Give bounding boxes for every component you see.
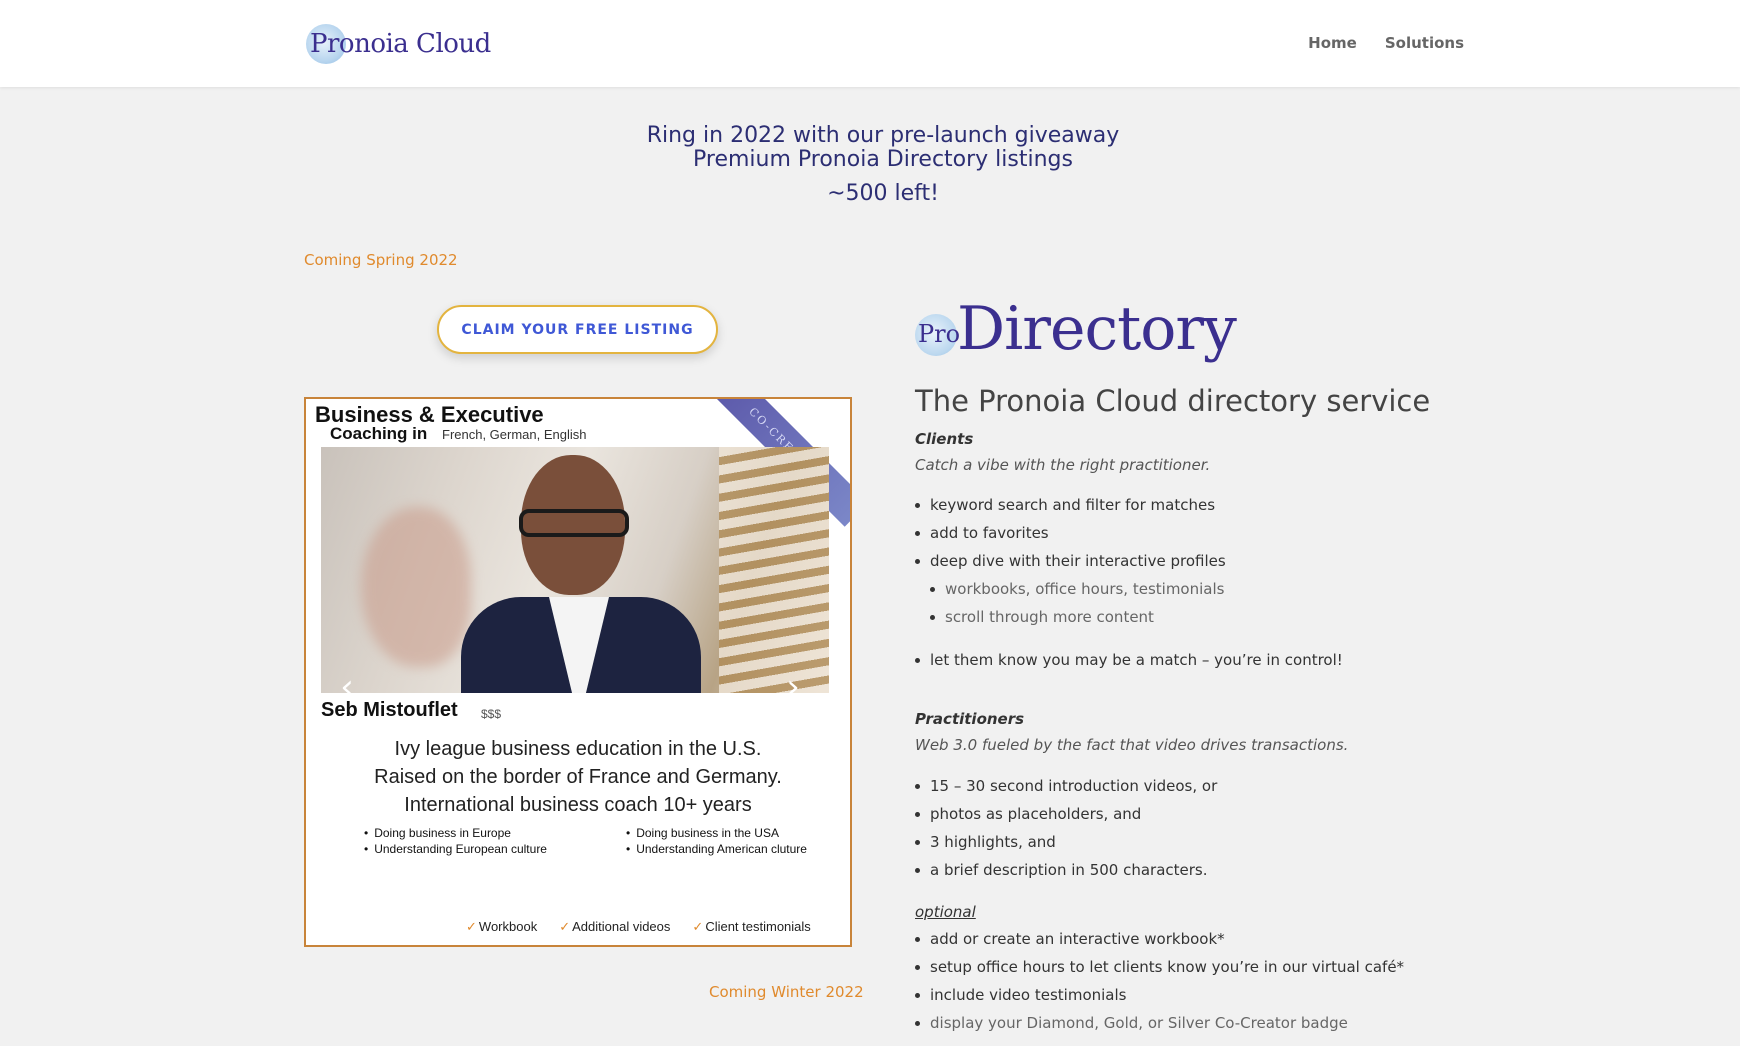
check-icon: ✓ bbox=[559, 919, 571, 934]
feature-list: ✓ Workbook ✓ Additional videos ✓ Client tes… bbox=[466, 919, 811, 935]
blurred-hand bbox=[361, 507, 471, 667]
nav-link-solutions[interactable]: Solutions bbox=[1385, 34, 1464, 52]
coming-spring-text: Coming Spring 2022 bbox=[304, 251, 458, 269]
practitioner-name: Seb Mistouflet bbox=[321, 699, 458, 721]
feature-testimonials: ✓ Client testimonials bbox=[692, 919, 811, 934]
hero-banner: Ring in 2022 with our pre-launch giveawa… bbox=[0, 124, 1740, 206]
check-icon: ✓ bbox=[692, 919, 704, 934]
site-logo[interactable]: Pronoia Cloud bbox=[306, 22, 491, 66]
hero-line-3: ~500 left! bbox=[827, 181, 939, 206]
check-icon: ✓ bbox=[466, 919, 477, 934]
practitioner-bio: Ivy league business education in the U.S… bbox=[306, 735, 850, 819]
list-item: deep dive with their interactive profile… bbox=[915, 547, 1226, 575]
card-languages: French, German, English bbox=[442, 427, 587, 442]
clients-sublist: workbooks, office hours, testimonials sc… bbox=[930, 575, 1224, 631]
list-item: display your Diamond, Gold, or Silver Co… bbox=[915, 1009, 1404, 1037]
list-item: workbooks, office hours, testimonials bbox=[930, 575, 1224, 603]
practitioners-subtitle: Web 3.0 fueled by the fact that video dr… bbox=[915, 736, 1349, 754]
list-item: 15 – 30 second introduction videos, or bbox=[915, 772, 1217, 800]
highlight-item: Understanding American cluture bbox=[626, 841, 807, 857]
practitioners-list: 15 – 30 second introduction videos, or p… bbox=[915, 772, 1217, 884]
clients-subtitle: Catch a vibe with the right practitioner… bbox=[915, 456, 1211, 474]
background-blinds bbox=[719, 447, 829, 693]
feature-workbook: ✓ Workbook bbox=[466, 919, 538, 934]
logo-directory-text: Directory bbox=[957, 294, 1237, 364]
bio-line: Ivy league business education in the U.S… bbox=[394, 738, 762, 760]
highlight-item: Doing business in the USA bbox=[626, 825, 807, 841]
profile-video[interactable] bbox=[321, 447, 829, 693]
highlight-item: Understanding European culture bbox=[364, 841, 547, 857]
logo-text: Pronoia Cloud bbox=[310, 29, 491, 59]
list-item: include video testimonials bbox=[915, 981, 1404, 1009]
list-item: 3 highlights, and bbox=[915, 828, 1217, 856]
profile-card: Business & Executive Coaching in French,… bbox=[304, 397, 852, 947]
list-item: scroll through more content bbox=[930, 603, 1224, 631]
chevron-right-icon[interactable]: › bbox=[773, 667, 813, 707]
list-item: add to favorites bbox=[915, 519, 1226, 547]
list-item: photos as placeholders, and bbox=[915, 800, 1217, 828]
price-indicator: $$$ bbox=[481, 707, 502, 721]
logo-pro-text: Pro bbox=[918, 320, 961, 348]
list-item: setup office hours to let clients know y… bbox=[915, 953, 1404, 981]
highlights-left: Doing business in Europe Understanding E… bbox=[364, 825, 547, 857]
feature-videos: ✓ Additional videos bbox=[559, 919, 671, 934]
highlight-item: Doing business in Europe bbox=[364, 825, 547, 841]
coming-winter-text: Coming Winter 2022 bbox=[709, 983, 864, 1001]
list-item: add or create an interactive workbook* bbox=[915, 925, 1404, 953]
practitioners-label: Practitioners bbox=[915, 710, 1025, 728]
optional-list: add or create an interactive workbook* s… bbox=[915, 925, 1404, 1037]
glasses bbox=[519, 509, 629, 537]
main-nav: Home Solutions bbox=[1308, 34, 1464, 52]
nav-link-home[interactable]: Home bbox=[1308, 34, 1357, 52]
highlights-right: Doing business in the USA Understanding … bbox=[626, 825, 807, 857]
claim-free-listing-button[interactable]: CLAIM YOUR FREE LISTING bbox=[437, 305, 718, 354]
site-header: Pronoia Cloud Home Solutions bbox=[0, 0, 1740, 87]
card-subtitle: Coaching in bbox=[330, 424, 428, 443]
hero-line-2: Premium Pronoia Directory listings bbox=[693, 147, 1073, 172]
clients-list: keyword search and filter for matches ad… bbox=[915, 491, 1226, 575]
bio-line: International business coach 10+ years bbox=[404, 794, 752, 816]
clients-list-final: let them know you may be a match – you’r… bbox=[915, 646, 1343, 674]
optional-label: optional bbox=[915, 903, 976, 921]
hero-line-1: Ring in 2022 with our pre-launch giveawa… bbox=[646, 123, 1120, 148]
bio-line: Raised on the border of France and Germa… bbox=[374, 766, 782, 788]
clients-label: Clients bbox=[915, 430, 974, 448]
list-item: keyword search and filter for matches bbox=[915, 491, 1226, 519]
list-item: let them know you may be a match – you’r… bbox=[915, 646, 1343, 674]
directory-heading: The Pronoia Cloud directory service bbox=[915, 384, 1431, 418]
list-item: a brief description in 500 characters. bbox=[915, 856, 1217, 884]
